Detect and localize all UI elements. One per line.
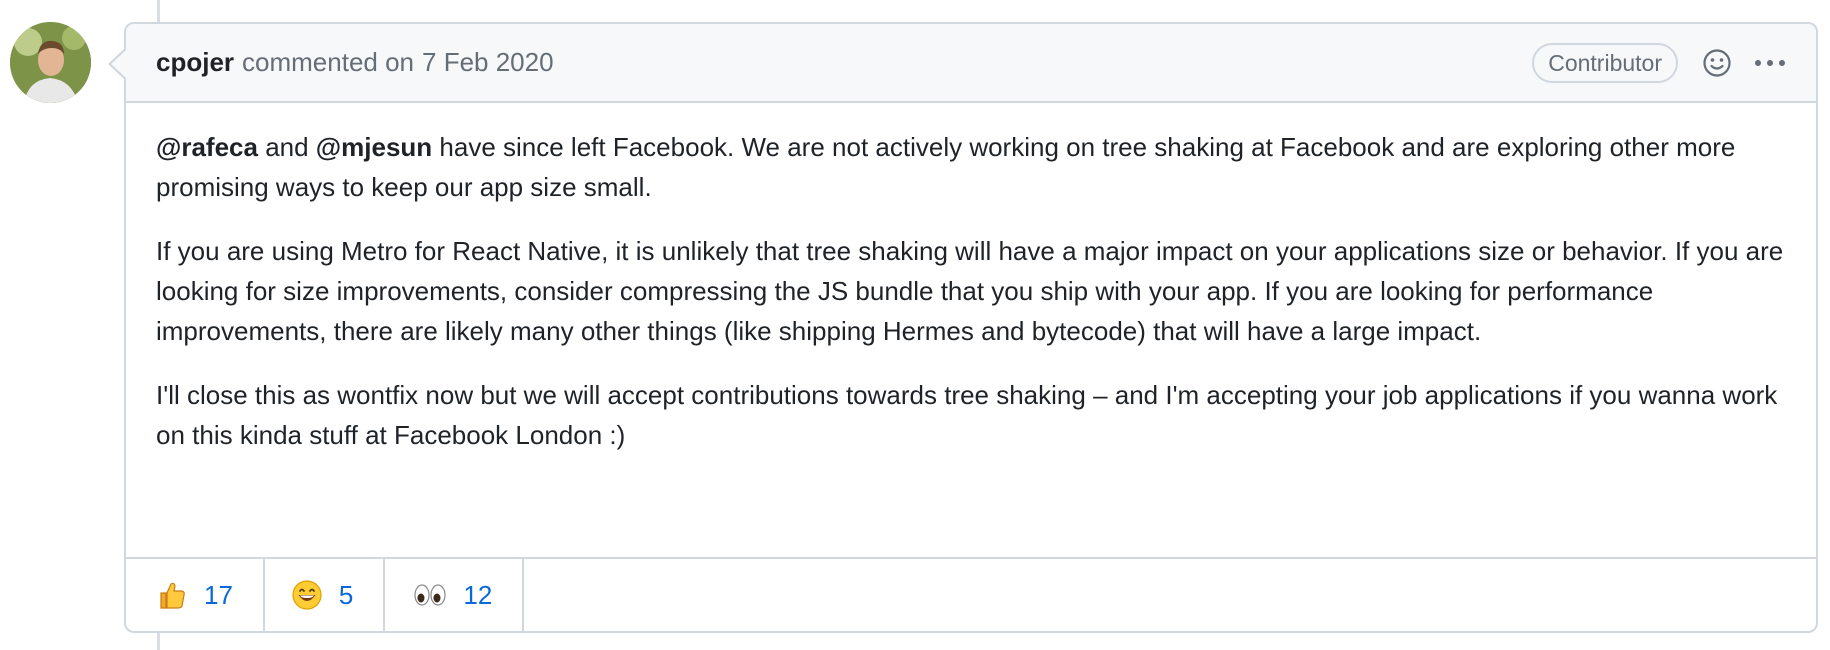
author-link[interactable]: cpojer	[156, 47, 234, 78]
comment-date[interactable]: 7 Feb 2020	[422, 47, 554, 78]
reactions-bar: 17 5 12	[126, 557, 1816, 631]
mention-mjesun[interactable]: @mjesun	[316, 132, 432, 162]
contributor-badge: Contributor	[1532, 42, 1678, 83]
reaction-grinning[interactable]: 5	[265, 559, 386, 631]
grinning-face-icon	[291, 579, 323, 611]
smiley-icon[interactable]	[1702, 48, 1732, 78]
comment-header: cpojer commented on 7 Feb 2020 Contribut…	[126, 24, 1816, 103]
paragraph-3: I'll close this as wontfix now but we wi…	[156, 380, 1778, 450]
kebab-horizontal-icon[interactable]	[1754, 58, 1786, 68]
reaction-count-thumbs-up: 17	[204, 579, 233, 610]
reaction-eyes[interactable]: 12	[385, 559, 525, 631]
mention-rafeca[interactable]: @rafeca	[156, 132, 258, 162]
eyes-icon	[413, 583, 447, 607]
comment-body: @rafeca and @mjesun have since left Face…	[126, 103, 1816, 455]
reaction-count-grinning: 5	[338, 579, 354, 610]
paragraph-2: If you are using Metro for React Native,…	[156, 236, 1784, 346]
comment-box: cpojer commented on 7 Feb 2020 Contribut…	[124, 22, 1818, 633]
paragraph-1: @rafeca and @mjesun have since left Face…	[156, 127, 1786, 207]
reaction-thumbs-up[interactable]: 17	[126, 559, 265, 631]
paragraph-1-text-a: and	[257, 132, 316, 162]
comment-action: commented on	[242, 47, 415, 77]
thumbs-up-icon	[156, 579, 188, 611]
comment-pointer-inner	[111, 50, 126, 78]
avatar[interactable]	[10, 22, 91, 103]
reaction-count-eyes: 12	[463, 579, 493, 610]
